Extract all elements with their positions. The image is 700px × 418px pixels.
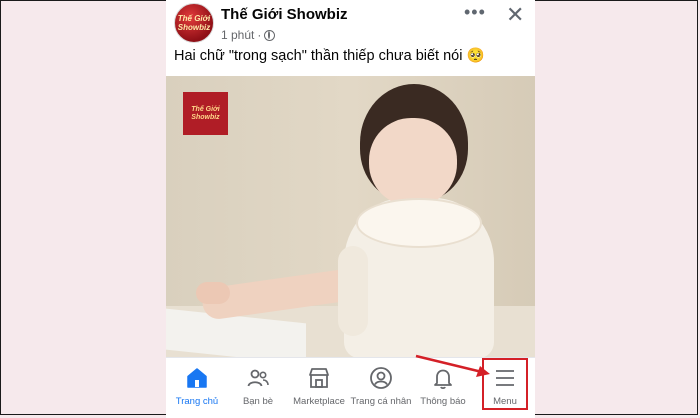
- post-photo[interactable]: Thế Giới Showbiz: [166, 76, 535, 357]
- profile-icon: [370, 367, 392, 389]
- post-header: Thế Giới Showbiz Thế Giới Showbiz 1 phút…: [166, 0, 535, 76]
- post-time[interactable]: 1 phút: [221, 28, 254, 42]
- page-name[interactable]: Thế Giới Showbiz: [221, 6, 348, 23]
- friends-icon: [247, 369, 269, 387]
- photo-child-collar: [356, 198, 482, 248]
- photo-child-face: [369, 118, 457, 206]
- pointer-arrow-icon: [415, 354, 490, 377]
- more-options-icon[interactable]: •••: [464, 2, 486, 23]
- tab-marketplace[interactable]: Marketplace: [288, 358, 350, 416]
- watermark-logo: Thế Giới Showbiz: [183, 92, 228, 135]
- tab-friends[interactable]: Bạn bè: [227, 358, 289, 416]
- bottom-tab-bar: Trang chủ Bạn bè Marketplace Trang cá nh…: [166, 354, 535, 418]
- globe-icon: [264, 29, 276, 41]
- close-icon[interactable]: ✕: [506, 2, 524, 28]
- tab-home[interactable]: Trang chủ: [166, 358, 228, 416]
- page-avatar[interactable]: Thế Giới Showbiz: [174, 3, 214, 43]
- meta-separator: ·: [257, 28, 262, 42]
- photo-child-foot: [196, 282, 230, 304]
- tab-profile[interactable]: Trang cá nhân: [350, 358, 412, 416]
- home-icon: [187, 368, 207, 388]
- marketplace-icon: [309, 368, 329, 388]
- photo-child-arm: [338, 246, 368, 336]
- post-caption: Hai chữ "trong sạch" thần thiếp chưa biế…: [174, 48, 485, 64]
- post-meta: 1 phút ·: [221, 28, 276, 42]
- facebook-post-screen: Thế Giới Showbiz Thế Giới Showbiz 1 phút…: [166, 0, 535, 418]
